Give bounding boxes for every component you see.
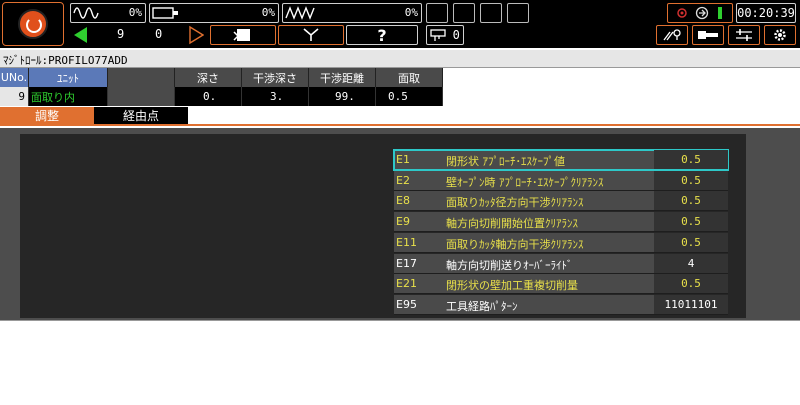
clock: 00:20:39 bbox=[736, 3, 796, 23]
param-code: E21 bbox=[396, 277, 417, 291]
header-chamfer: 面取 bbox=[376, 68, 443, 87]
settings-button[interactable] bbox=[764, 25, 796, 45]
param-row[interactable]: E17 軸方向切削送りｵｰﾊﾞｰﾗｲﾄﾞ 4 bbox=[394, 253, 728, 274]
counter-right: 0 bbox=[155, 27, 163, 41]
key-counter[interactable]: 0 bbox=[426, 25, 464, 45]
tool-icon bbox=[303, 28, 319, 41]
zigzag-wave-icon bbox=[285, 6, 315, 20]
param-row[interactable]: E95 工具経路ﾊﾟﾀｰﾝ 11011101 bbox=[394, 294, 728, 315]
top-status-bar: 0% 0% 0% 00:20:39 9 0 ? 0 bbox=[0, 0, 800, 48]
param-code: E17 bbox=[396, 256, 417, 270]
header-blank bbox=[108, 68, 175, 87]
tool-data-button[interactable] bbox=[692, 25, 724, 45]
axis-load-meter: 0% bbox=[282, 3, 422, 23]
tab-bar: 調整 経由点 bbox=[0, 107, 800, 126]
location-pin-icon bbox=[663, 29, 681, 41]
status-slot-4 bbox=[507, 3, 529, 23]
param-code: E2 bbox=[396, 173, 410, 187]
param-name: 面取りｶｯﾀ径方向干渉ｸﾘｱﾗﾝｽ bbox=[446, 196, 584, 210]
param-name: 閉形状 ｱﾌﾟﾛｰﾁ･ｴｽｹｰﾌﾟ値 bbox=[446, 155, 565, 168]
param-row[interactable]: E2 壁ｵｰﾌﾟﾝ時 ｱﾌﾟﾛｰﾁ･ｴｽｹｰﾌﾟｸﾘｱﾗﾝｽ 0.5 bbox=[394, 170, 728, 191]
arrow-circle-icon bbox=[695, 6, 709, 20]
battery-icon bbox=[718, 7, 723, 19]
param-value[interactable]: 0.5 bbox=[654, 232, 728, 252]
status-slot-2 bbox=[453, 3, 475, 23]
tool-button[interactable] bbox=[278, 25, 344, 45]
param-name: 面取りｶｯﾀ軸方向干渉ｸﾘｱﾗﾝｽ bbox=[446, 237, 584, 251]
cell-chamfer[interactable]: 0.5 bbox=[376, 87, 443, 106]
axis-load-value: 0% bbox=[404, 6, 418, 19]
tab-bar-filler bbox=[188, 107, 800, 124]
cell-unit[interactable]: 面取り内 bbox=[29, 87, 108, 106]
counter-left: 9 bbox=[117, 27, 125, 41]
sliders-icon bbox=[736, 29, 752, 41]
header-depth: 深さ bbox=[175, 68, 242, 87]
tab-waypoint[interactable]: 経由点 bbox=[94, 107, 188, 124]
cell-interference-distance[interactable]: 99. bbox=[309, 87, 376, 106]
key-count: 0 bbox=[452, 28, 460, 42]
cell-depth[interactable]: 0. bbox=[175, 87, 242, 106]
param-code: E9 bbox=[396, 215, 410, 229]
param-value[interactable]: 0.5 bbox=[654, 212, 728, 232]
header-interference-distance: 干渉距離 bbox=[309, 68, 376, 87]
param-value[interactable]: 0.5 bbox=[654, 191, 728, 211]
param-row[interactable]: E11 面取りｶｯﾀ軸方向干渉ｸﾘｱﾗﾝｽ 0.5 bbox=[394, 232, 728, 253]
unit-table: UNo. ﾕﾆｯﾄ 深さ 干渉深さ 干渉距離 面取 9 面取り内 0. 3. 9… bbox=[0, 68, 800, 106]
param-value[interactable]: 0.5 bbox=[654, 170, 728, 190]
program-button[interactable] bbox=[210, 25, 276, 45]
param-value[interactable]: 11011101 bbox=[654, 294, 728, 314]
param-row[interactable]: E9 軸方向切削開始位置ｸﾘｱﾗﾝｽ 0.5 bbox=[394, 212, 728, 233]
cell-filler bbox=[443, 87, 800, 106]
param-value[interactable]: 0.5 bbox=[654, 150, 728, 169]
header-uno: UNo. bbox=[0, 68, 29, 87]
tool-holder-icon bbox=[698, 31, 718, 39]
param-name: 工具経路ﾊﾟﾀｰﾝ bbox=[446, 299, 518, 313]
spindle-load-meter: 0% bbox=[70, 3, 146, 23]
cell-interference-depth[interactable]: 3. bbox=[242, 87, 309, 106]
program-name: ﾏｼﾞﾄﾛｰﾙ:PROFILO77ADD bbox=[3, 54, 128, 67]
home-button[interactable] bbox=[2, 2, 64, 46]
spindle-load-value: 0% bbox=[128, 6, 142, 19]
power-logo-icon bbox=[18, 9, 48, 39]
cell-uno[interactable]: 9 bbox=[0, 87, 29, 106]
header-interference-depth: 干渉深さ bbox=[242, 68, 309, 87]
param-code: E8 bbox=[396, 194, 410, 208]
record-icon bbox=[676, 8, 687, 18]
settings-list-button[interactable] bbox=[728, 25, 760, 45]
gear-icon bbox=[774, 29, 786, 41]
param-value[interactable]: 0.5 bbox=[654, 274, 728, 294]
param-row[interactable]: E8 面取りｶｯﾀ径方向干渉ｸﾘｱﾗﾝｽ 0.5 bbox=[394, 191, 728, 212]
machine-status-box[interactable] bbox=[667, 3, 733, 23]
play-right-icon[interactable] bbox=[188, 25, 204, 45]
param-row[interactable]: E1 閉形状 ｱﾌﾟﾛｰﾁ･ｴｽｹｰﾌﾟ値 0.5 bbox=[393, 149, 729, 171]
bottom-divider bbox=[0, 320, 800, 321]
motor-icon bbox=[152, 7, 178, 19]
param-code: E1 bbox=[396, 153, 410, 166]
param-name: 軸方向切削送りｵｰﾊﾞｰﾗｲﾄﾞ bbox=[446, 258, 573, 272]
header-filler bbox=[443, 68, 800, 87]
cell-blank bbox=[108, 87, 175, 106]
param-name: 閉形状の壁加工重複切削量 bbox=[446, 279, 578, 293]
param-code: E95 bbox=[396, 297, 417, 311]
param-name: 壁ｵｰﾌﾟﾝ時 ｱﾌﾟﾛｰﾁ･ｴｽｹｰﾌﾟｸﾘｱﾗﾝｽ bbox=[446, 175, 604, 189]
feed-load-meter: 0% bbox=[149, 3, 279, 23]
program-title-bar: ﾏｼﾞﾄﾛｰﾙ:PROFILO77ADD bbox=[0, 50, 800, 68]
status-slot-1 bbox=[426, 3, 448, 23]
param-name: 軸方向切削開始位置ｸﾘｱﾗﾝｽ bbox=[446, 217, 578, 231]
feed-load-value: 0% bbox=[261, 6, 275, 19]
sine-wave-icon bbox=[73, 7, 99, 19]
status-slot-3 bbox=[480, 3, 502, 23]
play-left-icon[interactable] bbox=[72, 25, 88, 45]
tab-adjust[interactable]: 調整 bbox=[0, 107, 94, 124]
program-file-icon bbox=[233, 29, 250, 41]
help-button[interactable]: ? bbox=[346, 25, 418, 45]
header-unit: ﾕﾆｯﾄ bbox=[29, 68, 108, 87]
location-button[interactable] bbox=[656, 25, 688, 45]
param-code: E11 bbox=[396, 235, 417, 249]
param-row[interactable]: E21 閉形状の壁加工重複切削量 0.5 bbox=[394, 274, 728, 295]
key-icon bbox=[430, 29, 446, 41]
param-value[interactable]: 4 bbox=[654, 253, 728, 273]
